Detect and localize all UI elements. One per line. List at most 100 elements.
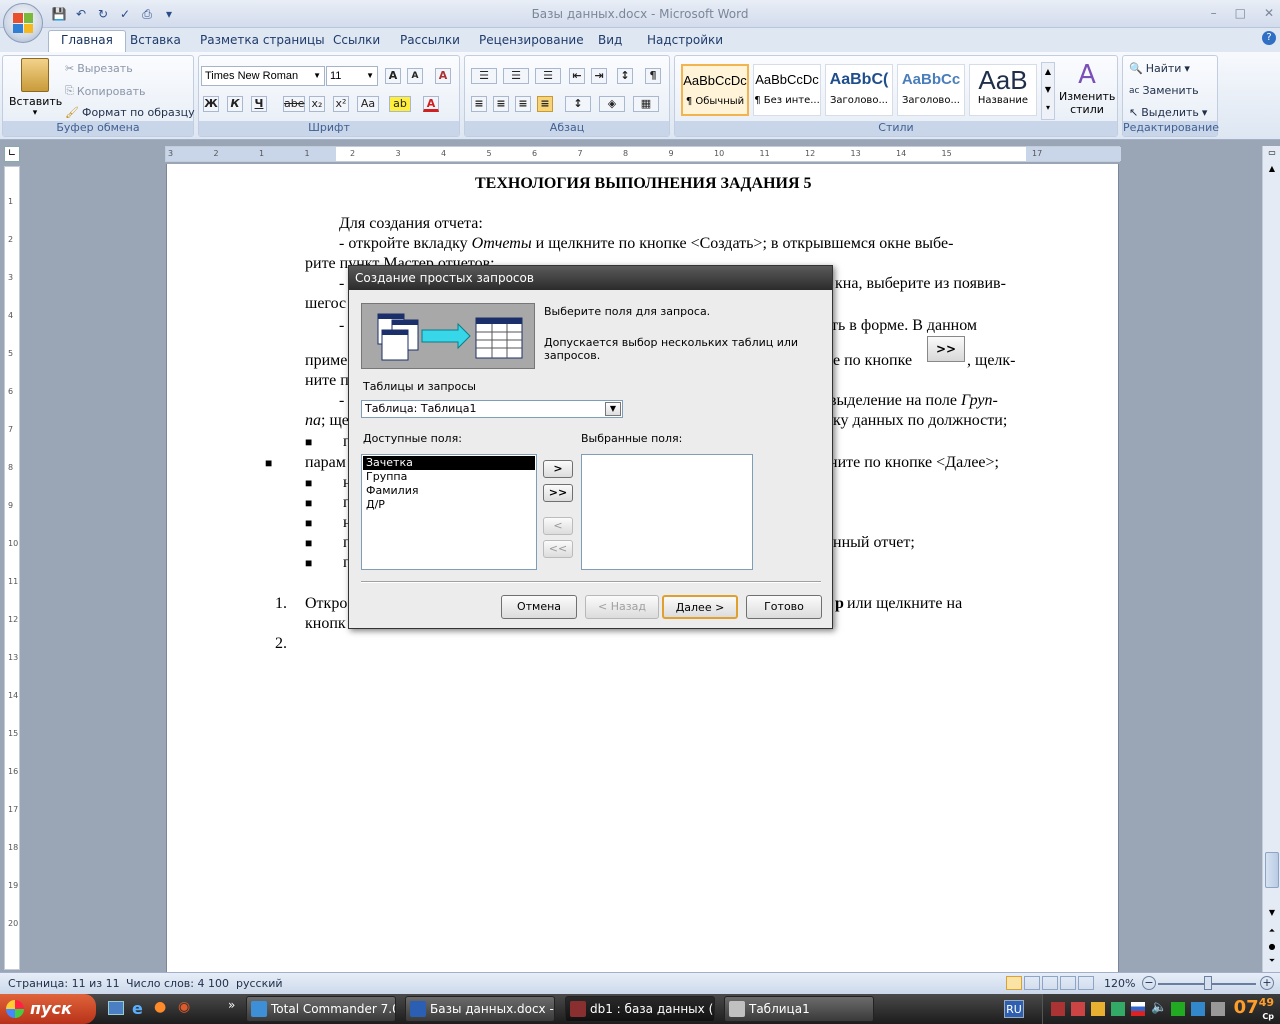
print-layout-view-icon[interactable]: [1006, 976, 1022, 990]
page-count[interactable]: Страница: 11 из 11: [8, 977, 120, 990]
grow-font-button[interactable]: A: [385, 68, 401, 84]
reading-view-icon[interactable]: [1024, 976, 1040, 990]
zoom-level[interactable]: 120%: [1104, 977, 1135, 990]
clear-format-button[interactable]: A: [435, 68, 451, 84]
select-button[interactable]: ↖ Выделить ▾: [1129, 106, 1207, 119]
find-button[interactable]: 🔍 Найти ▾: [1129, 62, 1190, 75]
italic-button[interactable]: К: [227, 96, 243, 112]
horizontal-ruler[interactable]: 3 2 1 1 2 3 4 5 6 7 8 9 10 11 12 13 14 15 17: [165, 146, 1121, 162]
back-button[interactable]: < Назад: [585, 595, 659, 619]
underline-button[interactable]: Ч: [251, 96, 267, 112]
subscript-button[interactable]: x₂: [309, 96, 325, 112]
format-painter-button[interactable]: 🖌 Формат по образцу: [65, 106, 195, 119]
paste-button[interactable]: Вставить ▾: [9, 58, 62, 118]
vertical-scrollbar[interactable]: ▭ ▲ ▼ ⏶ ● ⏷: [1262, 146, 1280, 972]
justify-icon[interactable]: ≡: [537, 96, 553, 112]
taskbar-table[interactable]: Таблица1: [724, 996, 874, 1022]
help-icon[interactable]: ?: [1262, 31, 1276, 45]
browse-object-icon[interactable]: ●: [1265, 942, 1279, 956]
tab-view[interactable]: Вид: [598, 32, 622, 48]
taskbar-access-db[interactable]: db1 : база данных (...: [565, 996, 715, 1022]
align-center-icon[interactable]: ≡: [493, 96, 509, 112]
cancel-button[interactable]: Отмена: [501, 595, 577, 619]
align-right-icon[interactable]: ≡: [515, 96, 531, 112]
font-color-button[interactable]: A: [423, 96, 439, 112]
outline-view-icon[interactable]: [1060, 976, 1076, 990]
font-name-combo[interactable]: Times New Roman ▼: [201, 66, 325, 86]
change-case-button[interactable]: Aa: [357, 96, 379, 112]
app-quicklaunch-icon[interactable]: ◉: [178, 999, 190, 1015]
decrease-indent-icon[interactable]: ⇤: [569, 68, 585, 84]
speaker-icon[interactable]: 🔈: [1151, 1000, 1167, 1015]
shading-icon[interactable]: ◈: [599, 96, 625, 112]
highlight-button[interactable]: ab: [389, 96, 411, 112]
list-item[interactable]: Д/Р: [363, 498, 535, 512]
list-item[interactable]: Группа: [363, 470, 535, 484]
tab-page-layout[interactable]: Разметка страницы: [200, 32, 325, 48]
tab-references[interactable]: Ссылки: [333, 32, 380, 48]
draft-view-icon[interactable]: [1078, 976, 1094, 990]
bold-button[interactable]: Ж: [203, 96, 219, 112]
scroll-down-icon[interactable]: ▼: [1265, 908, 1279, 922]
show-marks-button[interactable]: ¶: [645, 68, 661, 84]
tray-app-icon[interactable]: [1191, 1002, 1205, 1016]
language-indicator[interactable]: RU: [1004, 1000, 1024, 1018]
list-item[interactable]: Фамилия: [363, 484, 535, 498]
line-spacing-icon[interactable]: ↕: [565, 96, 591, 112]
tab-home[interactable]: Главная: [48, 30, 126, 52]
web-view-icon[interactable]: [1042, 976, 1058, 990]
tab-addins[interactable]: Надстройки: [647, 32, 723, 48]
bullets-icon[interactable]: ☰: [471, 68, 497, 84]
selected-fields-list[interactable]: [581, 454, 753, 570]
start-button[interactable]: пуск: [0, 994, 96, 1024]
font-size-combo[interactable]: 11 ▼: [326, 66, 378, 86]
align-left-icon[interactable]: ≡: [471, 96, 487, 112]
remove-all-fields-button[interactable]: <<: [543, 540, 573, 558]
styles-scroll[interactable]: ▲ ▼ ▾: [1041, 62, 1055, 120]
available-fields-list[interactable]: Зачетка Группа Фамилия Д/Р: [361, 454, 537, 570]
style-heading-2[interactable]: AaBbCc Заголово...: [897, 64, 965, 116]
style-no-spacing[interactable]: AaBbCcDc ¶ Без инте...: [753, 64, 821, 116]
style-heading-1[interactable]: AaBbC(Заголово...: [825, 64, 893, 116]
style-title[interactable]: AaB Название: [969, 64, 1037, 116]
cut-button[interactable]: ✂ Вырезать: [65, 62, 133, 75]
quicklaunch-more[interactable]: »: [228, 998, 235, 1012]
list-item[interactable]: Зачетка: [363, 456, 535, 470]
zoom-slider-thumb[interactable]: [1204, 976, 1212, 990]
clock[interactable]: 0749 Ср: [1234, 996, 1274, 1021]
zoom-out-icon[interactable]: −: [1142, 976, 1156, 990]
split-handle[interactable]: ▭: [1265, 148, 1279, 162]
superscript-button[interactable]: x²: [333, 96, 349, 112]
numbering-icon[interactable]: ☰: [503, 68, 529, 84]
tray-app-icon[interactable]: [1051, 1002, 1065, 1016]
taskbar-total-commander[interactable]: Total Commander 7.0....: [246, 996, 396, 1022]
office-button[interactable]: [3, 3, 43, 43]
russia-flag-icon[interactable]: [1131, 1002, 1145, 1016]
next-page-icon[interactable]: ⏷: [1265, 956, 1279, 970]
scrollbar-thumb[interactable]: [1265, 852, 1279, 888]
change-styles-button[interactable]: A Изменить стили: [1059, 60, 1115, 116]
prev-page-icon[interactable]: ⏶: [1265, 926, 1279, 940]
vertical-ruler[interactable]: 1 2 3 4 5 6 7 8 9 10 11 12 13 14 15 16 17 18 19 20: [4, 166, 20, 970]
tray-app-icon[interactable]: [1171, 1002, 1185, 1016]
ie-icon[interactable]: e: [132, 999, 143, 1018]
borders-icon[interactable]: ▦: [633, 96, 659, 112]
increase-indent-icon[interactable]: ⇥: [591, 68, 607, 84]
close-button[interactable]: ✕: [1264, 6, 1274, 20]
tray-app-icon[interactable]: [1211, 1002, 1225, 1016]
tab-selector[interactable]: ∟: [4, 146, 20, 162]
tab-review[interactable]: Рецензирование: [479, 32, 584, 48]
shrink-font-button[interactable]: A: [407, 68, 423, 84]
add-all-fields-button[interactable]: >>: [543, 484, 573, 502]
tray-app-icon[interactable]: [1091, 1002, 1105, 1016]
tray-app-icon[interactable]: [1071, 1002, 1085, 1016]
scroll-up-icon[interactable]: ▲: [1265, 164, 1279, 178]
chevron-down-icon[interactable]: ▼: [605, 402, 621, 416]
taskbar-word[interactable]: Базы данных.docx - ...: [405, 996, 555, 1022]
remove-field-button[interactable]: <: [543, 517, 573, 535]
minimize-button[interactable]: –: [1211, 6, 1217, 20]
zoom-in-icon[interactable]: +: [1260, 976, 1274, 990]
word-count[interactable]: Число слов: 4 100: [126, 977, 229, 990]
style-normal[interactable]: AaBbCcDc ¶ Обычный: [681, 64, 749, 116]
next-button[interactable]: Далее >: [662, 595, 738, 619]
